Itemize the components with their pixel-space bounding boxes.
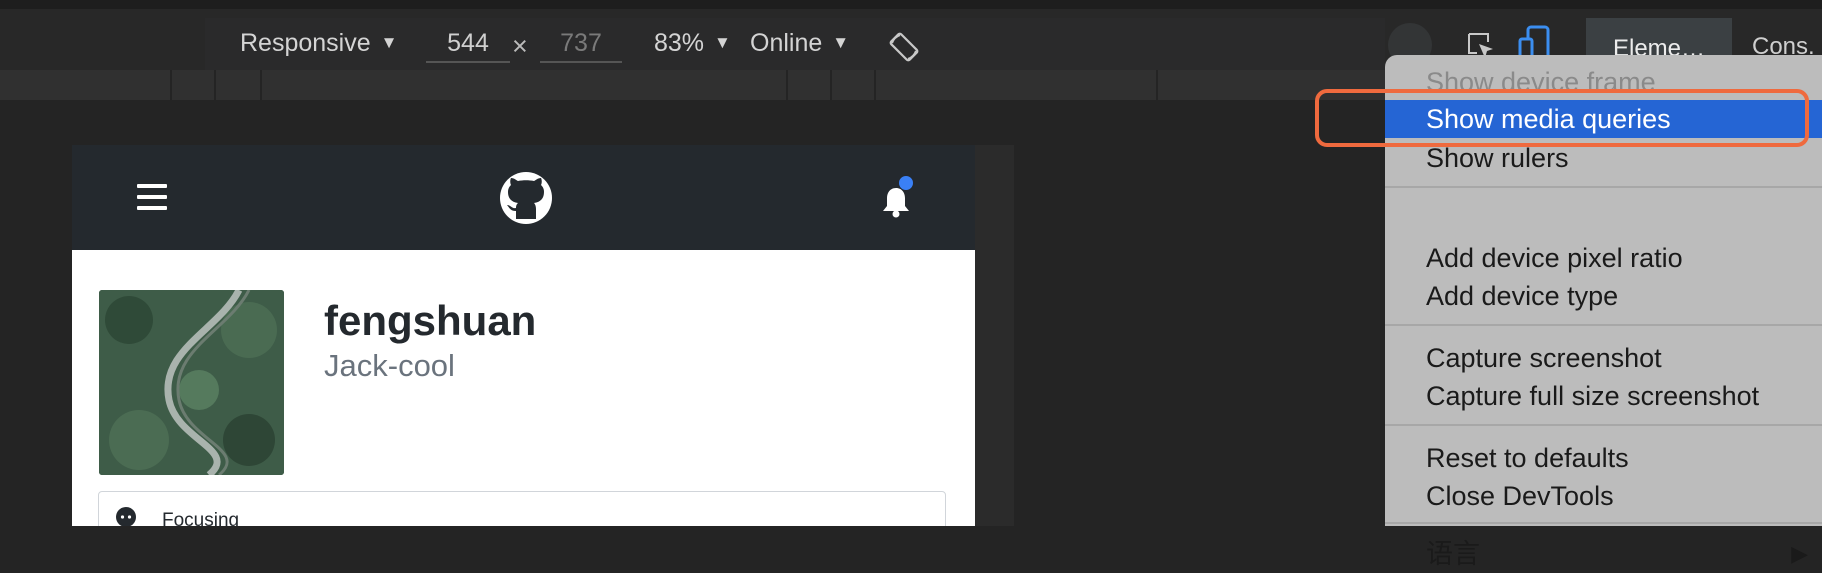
menu-item-capture-screenshot[interactable]: Capture screenshot [1385,339,1822,377]
rotate-icon [889,32,919,62]
submenu-arrow-icon: ▶ [1791,541,1808,566]
menu-item-language[interactable]: 语言 ▶ [1385,535,1822,573]
network-throttle-select[interactable]: Online ▼ [750,29,849,58]
emulated-page-viewport[interactable]: fengshuan Jack-cool Focusing [72,145,976,526]
media-query-divider [830,70,832,100]
chevron-down-icon: ▼ [832,33,850,52]
menu-separator [1385,186,1822,188]
menu-separator [1385,324,1822,326]
menu-separator [1385,522,1822,524]
profile-username: Jack-cool [324,348,455,383]
zoom-select[interactable]: 83% ▼ [654,29,731,58]
media-query-divider [214,70,216,100]
notification-dot [898,175,914,191]
height-input[interactable] [540,25,622,63]
network-select-label: Online [750,29,823,57]
zoom-select-label: 83% [654,29,705,57]
width-input[interactable] [426,25,510,63]
menu-item-close-devtools[interactable]: Close DevTools [1385,477,1822,515]
menu-item-capture-full-size-screenshot[interactable]: Capture full size screenshot [1385,377,1822,415]
menu-item-add-device-type[interactable]: Add device type [1385,277,1822,315]
callout-highlight [1315,89,1809,147]
device-select[interactable]: Responsive ▼ [240,29,397,58]
site-header [72,145,976,250]
media-query-divider [170,70,172,100]
media-query-divider [1156,70,1158,100]
status-text: Focusing [162,510,240,526]
media-query-divider [874,70,876,100]
github-logo-icon[interactable] [499,171,553,225]
user-status-box[interactable]: Focusing [98,491,946,526]
media-query-divider [786,70,788,100]
device-select-label: Responsive [240,29,371,57]
menu-item-add-device-pixel-ratio[interactable]: Add device pixel ratio [1385,239,1822,277]
media-query-divider [260,70,262,100]
chevron-down-icon: ▼ [714,33,731,52]
menu-separator [1385,424,1822,426]
octocat-icon [115,506,137,526]
menu-item-language-label: 语言 [1426,539,1480,569]
avatar[interactable] [99,290,284,475]
viewport-edge [975,145,1014,526]
menu-item-reset-to-defaults[interactable]: Reset to defaults [1385,439,1822,477]
rotate-button[interactable] [888,31,920,63]
hamburger-menu-icon[interactable] [137,183,167,211]
times-icon: × [512,31,528,61]
media-query-bar [0,70,1385,100]
profile-name: fengshuan [324,297,537,344]
chevron-down-icon: ▼ [380,33,398,52]
